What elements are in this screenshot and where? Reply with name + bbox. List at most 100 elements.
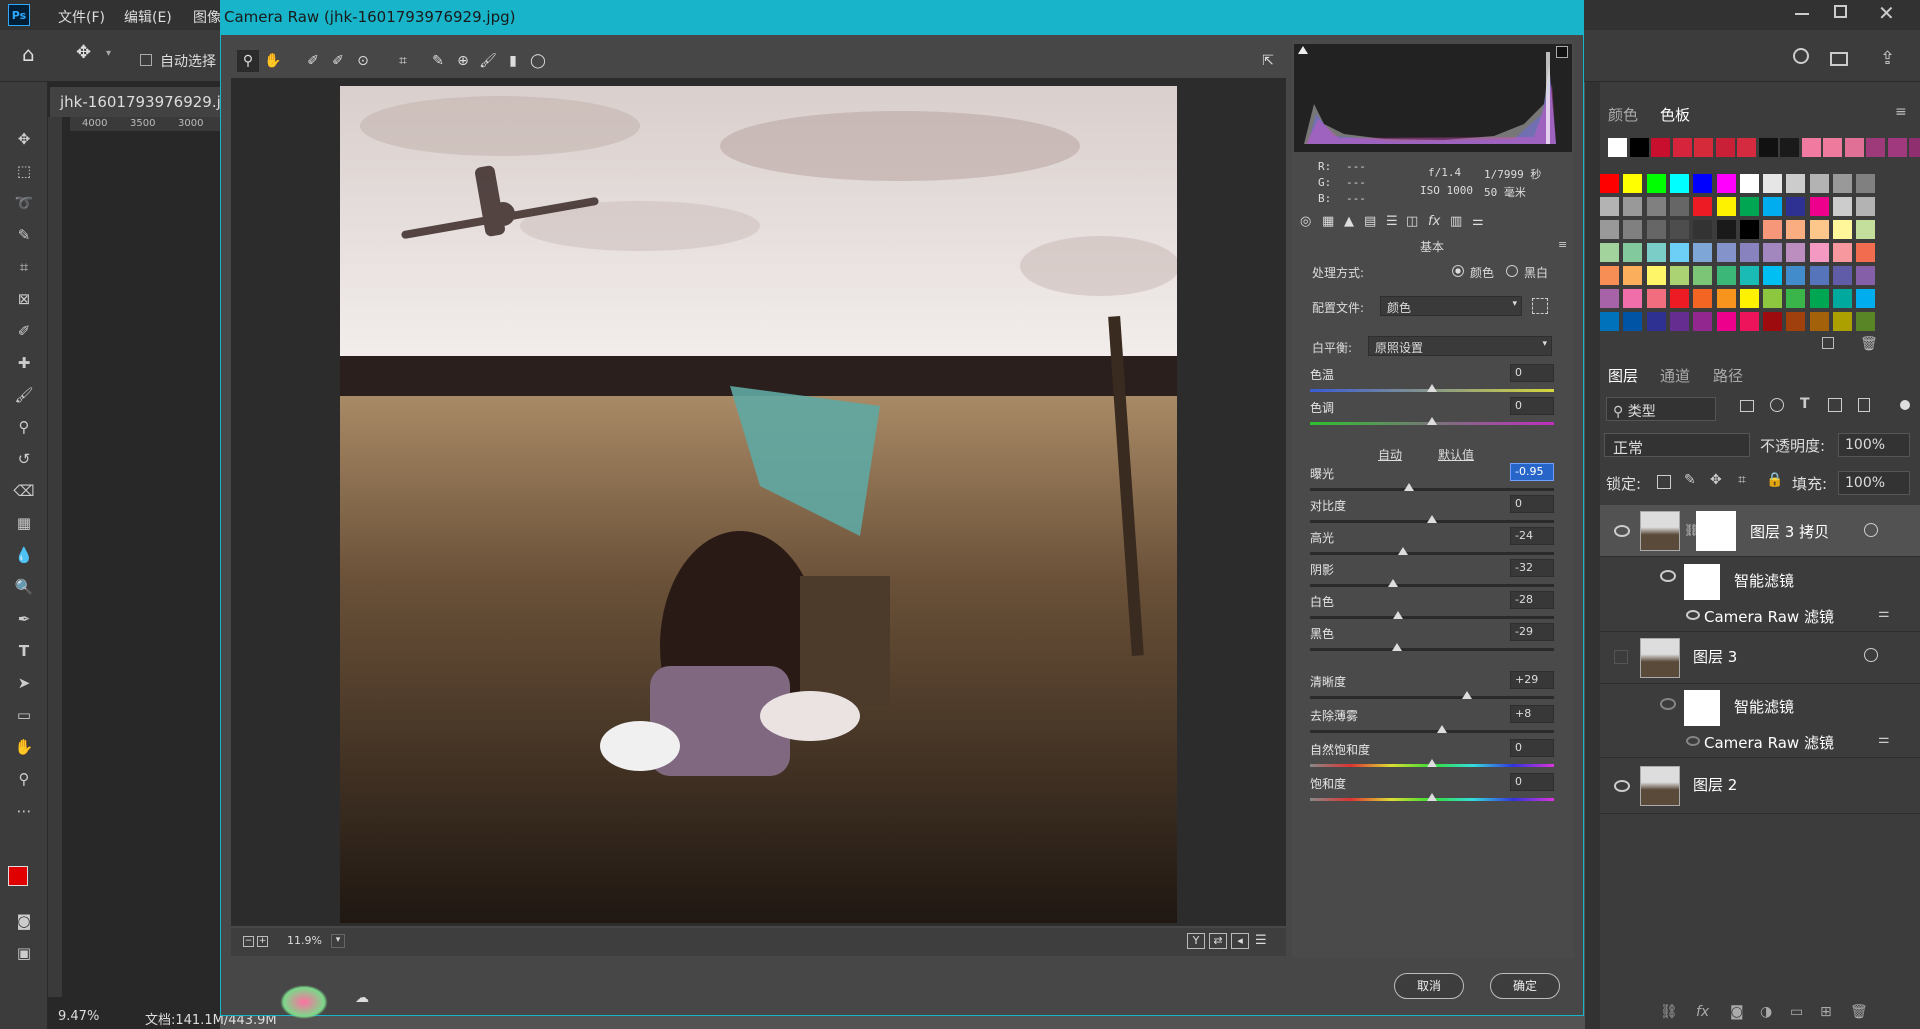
color-swatch[interactable]: [1809, 220, 1829, 239]
color-swatch[interactable]: [1716, 220, 1736, 239]
color-swatch[interactable]: [1646, 266, 1666, 285]
filter-toggle-icon[interactable]: [1900, 400, 1910, 410]
color-swatch[interactable]: [1833, 197, 1852, 216]
visibility-eye-icon[interactable]: [1614, 780, 1630, 792]
color-swatch[interactable]: [1623, 174, 1643, 193]
color-swatch[interactable]: [1763, 174, 1783, 193]
search-icon[interactable]: [1793, 48, 1809, 64]
color-swatch[interactable]: [1623, 289, 1643, 308]
color-swatch[interactable]: [1693, 243, 1713, 262]
color-swatch[interactable]: [1801, 138, 1821, 157]
history-brush-icon[interactable]: ↺: [10, 446, 38, 472]
color-swatch[interactable]: [1739, 197, 1759, 216]
chevron-down-icon[interactable]: ▾: [331, 934, 345, 948]
fill-input[interactable]: 100%: [1838, 471, 1910, 495]
color-swatch[interactable]: [1651, 138, 1670, 157]
zoom-tool-icon[interactable]: ⚲: [10, 766, 38, 792]
color-swatch[interactable]: [1809, 289, 1829, 308]
color-swatch[interactable]: [1600, 266, 1619, 285]
zoom-tool-icon[interactable]: ⚲: [237, 50, 259, 72]
layer-name[interactable]: 图层 3 拷贝: [1750, 521, 1829, 542]
color-swatch[interactable]: [1669, 312, 1689, 331]
shadow-clip-icon[interactable]: [1298, 46, 1308, 54]
slider-handle[interactable]: [1427, 384, 1437, 392]
color-swatch[interactable]: [1600, 243, 1619, 262]
slider-track[interactable]: [1310, 552, 1554, 555]
slider-value-input[interactable]: +29: [1510, 671, 1554, 689]
color-swatch[interactable]: [1623, 220, 1643, 239]
split-tone-tab-icon[interactable]: ☰: [1386, 214, 1398, 229]
slider-value-input[interactable]: -32: [1510, 559, 1554, 577]
color-swatch[interactable]: [1823, 138, 1842, 157]
foreground-color[interactable]: [8, 866, 28, 886]
color-swatch[interactable]: [1780, 138, 1799, 157]
slider-track[interactable]: [1310, 648, 1554, 651]
profile-select[interactable]: 颜色 ▾: [1380, 296, 1522, 316]
more-tools-icon[interactable]: ⋯: [10, 798, 38, 824]
color-swatch[interactable]: [1716, 243, 1736, 262]
visibility-eye-icon[interactable]: [1660, 698, 1676, 710]
filter-adjust-icon[interactable]: [1770, 398, 1784, 412]
color-swatch[interactable]: [1833, 312, 1852, 331]
color-swatch[interactable]: [1833, 220, 1852, 239]
calibration-tab-icon[interactable]: ▥: [1450, 214, 1462, 229]
smart-filter-row[interactable]: 智能滤镜: [1600, 558, 1920, 600]
color-swatch[interactable]: [1833, 266, 1852, 285]
camera-raw-titlebar[interactable]: Camera Raw (jhk-1601793976929.jpg): [220, 0, 1584, 34]
color-swatch[interactable]: [1739, 266, 1759, 285]
filter-type-icon[interactable]: T: [1800, 396, 1810, 412]
pen-tool-icon[interactable]: ✒: [10, 606, 38, 632]
color-swatch[interactable]: [1844, 138, 1864, 157]
new-layer-icon[interactable]: ⊞: [1820, 1004, 1832, 1020]
color-swatch[interactable]: [1669, 266, 1689, 285]
visibility-eye-icon[interactable]: [1614, 525, 1630, 537]
cancel-button[interactable]: 取消: [1394, 973, 1464, 999]
color-swatch[interactable]: [1866, 138, 1885, 157]
visibility-box[interactable]: [1614, 650, 1628, 664]
new-swatch-icon[interactable]: [1822, 337, 1834, 349]
panel-menu-icon[interactable]: ≡: [1558, 238, 1567, 251]
color-swatch[interactable]: [1809, 174, 1829, 193]
color-swatch[interactable]: [1672, 138, 1692, 157]
color-swatch[interactable]: [1809, 197, 1829, 216]
marquee-tool-icon[interactable]: ⬚: [10, 158, 38, 184]
color-swatch[interactable]: [1608, 138, 1627, 157]
color-swatch[interactable]: [1600, 174, 1619, 193]
color-swatch[interactable]: [1693, 220, 1713, 239]
delete-layer-icon[interactable]: 🗑: [1850, 1004, 1868, 1020]
slider-track[interactable]: [1310, 616, 1554, 619]
quick-mask-icon[interactable]: ◙: [10, 908, 38, 934]
color-swatch[interactable]: [1809, 312, 1829, 331]
hand-tool-icon[interactable]: ✋: [10, 734, 38, 760]
color-swatch[interactable]: [1693, 174, 1713, 193]
profile-browser-icon[interactable]: [1532, 298, 1548, 314]
visibility-eye-icon[interactable]: [1686, 610, 1700, 620]
slider-value-input[interactable]: +8: [1510, 705, 1554, 723]
color-swatch[interactable]: [1623, 266, 1643, 285]
camera-raw-filter-row[interactable]: Camera Raw 滤镜 ⚌: [1600, 600, 1920, 632]
color-swatch[interactable]: [1786, 312, 1806, 331]
color-swatch[interactable]: [1600, 312, 1619, 331]
lasso-tool-icon[interactable]: ➰: [10, 190, 38, 216]
color-swatch[interactable]: [1758, 138, 1778, 157]
before-after-y-icon[interactable]: Y: [1187, 933, 1205, 949]
color-swatch[interactable]: [1694, 138, 1713, 157]
spot-removal-icon[interactable]: ✎: [427, 50, 449, 72]
color-swatch[interactable]: [1716, 289, 1736, 308]
menu-file[interactable]: 文件(F): [58, 7, 105, 27]
filter-smart-icon[interactable]: [1858, 398, 1870, 412]
color-swatch[interactable]: [1739, 243, 1759, 262]
color-swatch[interactable]: [1909, 138, 1920, 157]
filter-pixel-icon[interactable]: [1740, 400, 1754, 412]
fullscreen-icon[interactable]: ⇱: [1257, 50, 1279, 72]
color-swatch[interactable]: [1786, 289, 1806, 308]
menu-image[interactable]: 图像: [193, 7, 221, 27]
color-swatch[interactable]: [1693, 197, 1713, 216]
workspace-icon[interactable]: [1830, 52, 1848, 66]
layer-row[interactable]: 图层 2: [1600, 758, 1920, 814]
color-swatch[interactable]: [1646, 197, 1666, 216]
preview-settings-icon[interactable]: ☰: [1255, 933, 1267, 948]
slider-handle[interactable]: [1397, 547, 1408, 555]
white-balance-tool-icon[interactable]: ✐: [302, 50, 324, 72]
color-swatch[interactable]: [1786, 220, 1806, 239]
